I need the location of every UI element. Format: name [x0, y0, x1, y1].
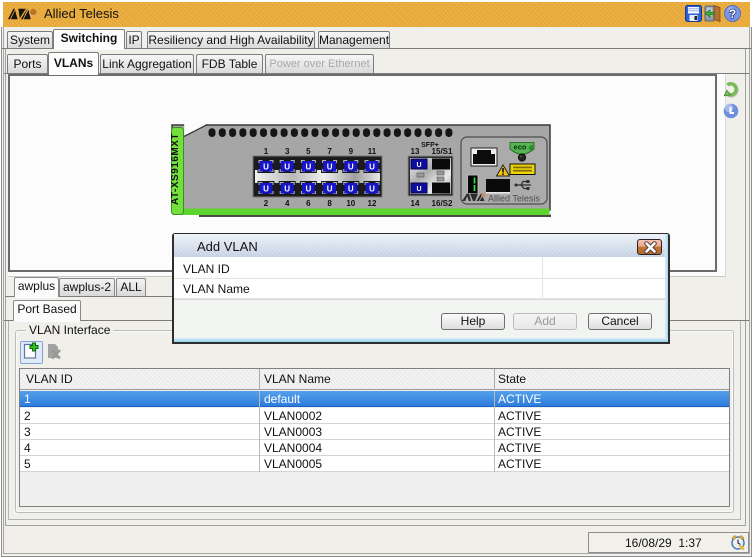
svg-text:1: 1 — [264, 147, 269, 156]
svg-text:U: U — [348, 185, 354, 194]
svg-text:9: 9 — [349, 147, 354, 156]
svg-text:U: U — [263, 163, 269, 172]
svg-text:10: 10 — [346, 199, 355, 208]
svg-text:2: 2 — [264, 199, 269, 208]
svg-text:11: 11 — [368, 147, 377, 156]
svg-text:AT-XS916MXT: AT-XS916MXT — [171, 133, 181, 205]
svg-text:U: U — [369, 163, 375, 172]
svg-text:5: 5 — [306, 147, 311, 156]
svg-text:?: ? — [729, 7, 736, 21]
svg-text:14: 14 — [411, 199, 420, 208]
svg-text:15/S1: 15/S1 — [432, 147, 453, 156]
svg-text:eco: eco — [514, 143, 527, 152]
svg-text:U: U — [306, 163, 312, 172]
svg-text:7: 7 — [327, 147, 332, 156]
svg-text:U: U — [327, 163, 333, 172]
svg-text:U: U — [416, 186, 421, 193]
svg-text:16/S2: 16/S2 — [432, 199, 453, 208]
svg-text:4: 4 — [285, 199, 290, 208]
svg-text:U: U — [263, 185, 269, 194]
svg-text:Allied Telesis: Allied Telesis — [488, 194, 540, 204]
svg-text:U: U — [284, 163, 290, 172]
svg-text:3: 3 — [285, 147, 290, 156]
svg-text:6: 6 — [306, 199, 311, 208]
svg-text:12: 12 — [368, 199, 377, 208]
svg-text:U: U — [416, 162, 421, 169]
svg-text:U: U — [327, 185, 333, 194]
svg-text:U: U — [284, 185, 290, 194]
svg-text:U: U — [348, 163, 354, 172]
svg-text:8: 8 — [327, 199, 332, 208]
svg-text:U: U — [369, 185, 375, 194]
svg-text:U: U — [306, 185, 312, 194]
svg-text:13: 13 — [411, 147, 420, 156]
